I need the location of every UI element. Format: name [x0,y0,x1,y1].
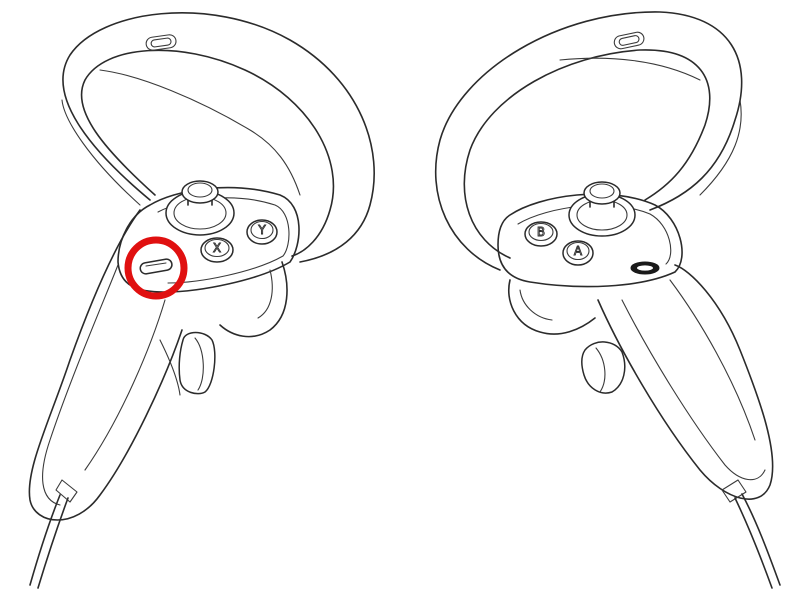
a-button-label: A [574,244,583,258]
left-handle [28,209,183,521]
b-button[interactable]: B [524,221,558,247]
x-button[interactable]: X [200,237,234,263]
y-button-label: Y [257,223,266,237]
left-lanyard [29,479,78,589]
a-button[interactable]: A [562,240,594,266]
diagram-canvas: X Y B A [28,11,781,589]
left-ring-marker [145,34,177,51]
left-thumbstick[interactable] [165,180,235,236]
right-thumbstick[interactable] [568,181,636,237]
x-button-label: X [213,241,221,255]
left-grip-button[interactable] [178,331,216,395]
left-controller: X Y [28,12,375,589]
right-grip-button[interactable] [581,341,626,394]
menu-button[interactable] [139,258,173,275]
right-controller: B A [434,11,781,589]
right-ring-marker [613,31,645,50]
right-lanyard [721,479,781,589]
left-index-trigger[interactable] [219,261,288,338]
right-index-trigger[interactable] [508,279,596,335]
right-handle [597,264,774,500]
y-button[interactable]: Y [246,219,278,245]
controllers-diagram: X Y B A [0,0,800,600]
b-button-label: B [537,225,545,239]
home-button[interactable] [630,261,660,275]
